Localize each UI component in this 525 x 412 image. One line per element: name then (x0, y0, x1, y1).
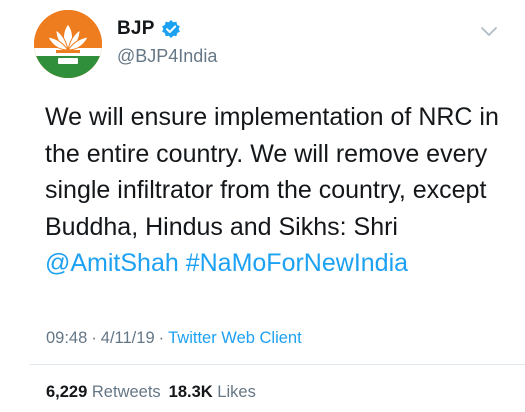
author-info[interactable]: BJP @BJP4India (117, 18, 217, 67)
retweets-stat[interactable]: 6,229 Retweets (46, 383, 161, 401)
retweets-label: Retweets (91, 383, 161, 401)
retweets-count: 6,229 (46, 383, 88, 401)
user-handle[interactable]: @BJP4India (117, 46, 217, 67)
meta-separator: · (91, 329, 97, 347)
avatar[interactable] (34, 10, 102, 78)
display-name[interactable]: BJP (117, 18, 155, 40)
likes-count: 18.3K (168, 383, 213, 401)
tweet-stats: 6,229 Retweets 18.3K Likes (46, 383, 256, 402)
hashtag-link[interactable]: #NaMoForNewIndia (186, 249, 408, 277)
tweet-card: BJP @BJP4India We will ensure implementa… (0, 0, 525, 412)
tweet-text: We will ensure implementation of NRC in … (45, 99, 515, 282)
chevron-down-icon[interactable] (480, 26, 498, 38)
tweet-date[interactable]: 4/11/19 (101, 329, 155, 347)
verified-badge-icon (161, 19, 181, 39)
tweet-text-line: the entire country. We will remove every (45, 139, 488, 168)
tweet-text-line: Buddha, Hindus and Sikhs: Shri (45, 212, 398, 241)
tweet-time[interactable]: 09:48 (46, 329, 87, 347)
tweet-meta: 09:48 · 4/11/19 · Twitter Web Client (46, 329, 302, 348)
bjp-lotus-icon (34, 10, 102, 78)
tweet-source-link[interactable]: Twitter Web Client (168, 329, 302, 347)
mention-link[interactable]: @AmitShah (45, 249, 179, 277)
likes-label: Likes (217, 383, 256, 401)
tweet-text-line: single infiltrator from the country, exc… (45, 176, 487, 204)
tweet-text-line: We will ensure implementation of NRC in (45, 103, 499, 131)
divider (30, 364, 525, 365)
meta-separator: · (158, 329, 165, 347)
name-row: BJP (117, 18, 217, 40)
likes-stat[interactable]: 18.3K Likes (169, 383, 256, 401)
